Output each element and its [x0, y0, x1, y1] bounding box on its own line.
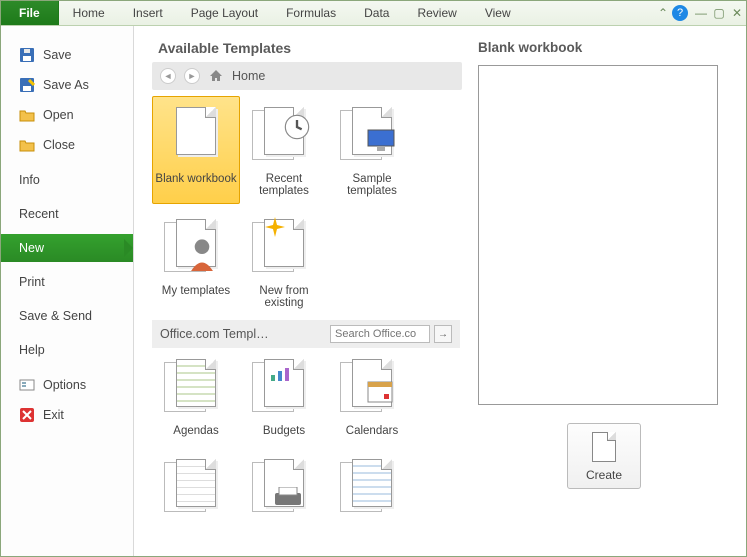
- preview-title: Blank workbook: [478, 40, 730, 55]
- sidebar-item-recent[interactable]: Recent: [1, 200, 133, 228]
- template-label: Blank workbook: [155, 173, 237, 185]
- minimize-ribbon-icon[interactable]: ⌃: [654, 1, 672, 25]
- ribbon-tab-data[interactable]: Data: [350, 1, 403, 25]
- sidebar-item-close[interactable]: Close: [1, 130, 133, 160]
- sidebar-item-label: Recent: [19, 207, 59, 221]
- sidebar-item-label: Exit: [43, 408, 64, 422]
- ribbon-tab-page-layout[interactable]: Page Layout: [177, 1, 272, 25]
- template-calendars[interactable]: Calendars: [328, 348, 416, 444]
- ribbon-tab-review[interactable]: Review: [403, 1, 470, 25]
- sidebar-item-save-send[interactable]: Save & Send: [1, 302, 133, 330]
- template-more-3[interactable]: [328, 448, 416, 526]
- breadcrumb: ◄ ► Home: [152, 62, 462, 90]
- template-agendas[interactable]: Agendas: [152, 348, 240, 444]
- template-budgets[interactable]: Budgets: [240, 348, 328, 444]
- template-label: Budgets: [243, 425, 325, 437]
- sidebar-item-label: Save As: [43, 78, 89, 92]
- template-recent-templates[interactable]: Recent templates: [240, 96, 328, 204]
- template-label: Calendars: [331, 425, 413, 437]
- ribbon-tab-insert[interactable]: Insert: [119, 1, 177, 25]
- calendar-icon: [367, 379, 393, 403]
- sidebar-item-label: New: [19, 241, 44, 255]
- template-more-1[interactable]: [152, 448, 240, 526]
- template-my-templates[interactable]: My templates: [152, 208, 240, 316]
- ribbon-tab-view[interactable]: View: [471, 1, 525, 25]
- sidebar-item-label: Close: [43, 138, 75, 152]
- sidebar-item-options[interactable]: Options: [1, 370, 133, 400]
- exit-icon: [19, 407, 35, 423]
- forward-icon[interactable]: ►: [184, 68, 200, 84]
- open-icon: [19, 107, 35, 123]
- options-icon: [19, 377, 35, 393]
- template-label: My templates: [155, 285, 237, 297]
- sidebar-item-label: Save: [43, 48, 72, 62]
- backstage-sidebar: Save Save As Open Close Info Recent New …: [1, 26, 134, 556]
- search-go-button[interactable]: →: [434, 325, 452, 343]
- sidebar-item-info[interactable]: Info: [1, 166, 133, 194]
- sidebar-item-label: Options: [43, 378, 86, 392]
- help-icon[interactable]: ?: [672, 5, 688, 21]
- preview-thumbnail: [478, 65, 718, 405]
- template-preview-panel: Blank workbook Create: [478, 40, 736, 556]
- save-as-icon: [19, 77, 35, 93]
- create-button-label: Create: [586, 468, 622, 482]
- template-grid: Blank workbook Recent templates Sample t…: [152, 96, 462, 526]
- sidebar-item-save-as[interactable]: Save As: [1, 70, 133, 100]
- breadcrumb-home[interactable]: Home: [232, 69, 265, 83]
- office-templates-label: Office.com Templ…: [160, 327, 269, 341]
- sidebar-item-label: Help: [19, 343, 45, 357]
- close-folder-icon: [19, 137, 35, 153]
- document-icon: [592, 432, 616, 462]
- home-icon[interactable]: [208, 68, 224, 84]
- templates-heading: Available Templates: [158, 40, 462, 56]
- sidebar-item-print[interactable]: Print: [1, 268, 133, 296]
- monitor-icon: [367, 129, 397, 153]
- sidebar-item-new[interactable]: New: [1, 234, 133, 262]
- template-label: Sample templates: [331, 173, 413, 197]
- sidebar-item-open[interactable]: Open: [1, 100, 133, 130]
- user-icon: [187, 237, 217, 271]
- minimize-window-icon[interactable]: —: [692, 1, 710, 25]
- sidebar-item-help[interactable]: Help: [1, 336, 133, 364]
- search-office-input[interactable]: [330, 325, 430, 343]
- create-button[interactable]: Create: [567, 423, 641, 489]
- template-blank-workbook[interactable]: Blank workbook: [152, 96, 240, 204]
- sidebar-item-save[interactable]: Save: [1, 40, 133, 70]
- file-tab[interactable]: File: [1, 1, 59, 25]
- template-label: Recent templates: [243, 173, 325, 197]
- sidebar-item-exit[interactable]: Exit: [1, 400, 133, 430]
- template-sample-templates[interactable]: Sample templates: [328, 96, 416, 204]
- close-window-icon[interactable]: ✕: [728, 1, 746, 25]
- sparkle-icon: [265, 217, 285, 237]
- restore-window-icon[interactable]: ▢: [710, 1, 728, 25]
- ribbon-tabs: File Home Insert Page Layout Formulas Da…: [1, 1, 746, 26]
- back-icon[interactable]: ◄: [160, 68, 176, 84]
- save-icon: [19, 47, 35, 63]
- sidebar-item-label: Info: [19, 173, 40, 187]
- chart-icon: [269, 367, 293, 383]
- template-new-from-existing[interactable]: New from existing: [240, 208, 328, 316]
- template-label: Agendas: [155, 425, 237, 437]
- sidebar-item-label: Print: [19, 275, 45, 289]
- office-templates-header: Office.com Templ… →: [152, 320, 460, 348]
- ribbon-tab-home[interactable]: Home: [59, 1, 119, 25]
- sidebar-item-label: Open: [43, 108, 74, 122]
- fax-icon: [273, 487, 303, 509]
- template-label: New from existing: [243, 285, 325, 309]
- template-more-2[interactable]: [240, 448, 328, 526]
- sidebar-item-label: Save & Send: [19, 309, 92, 323]
- ribbon-tab-formulas[interactable]: Formulas: [272, 1, 350, 25]
- clock-icon: [283, 113, 311, 141]
